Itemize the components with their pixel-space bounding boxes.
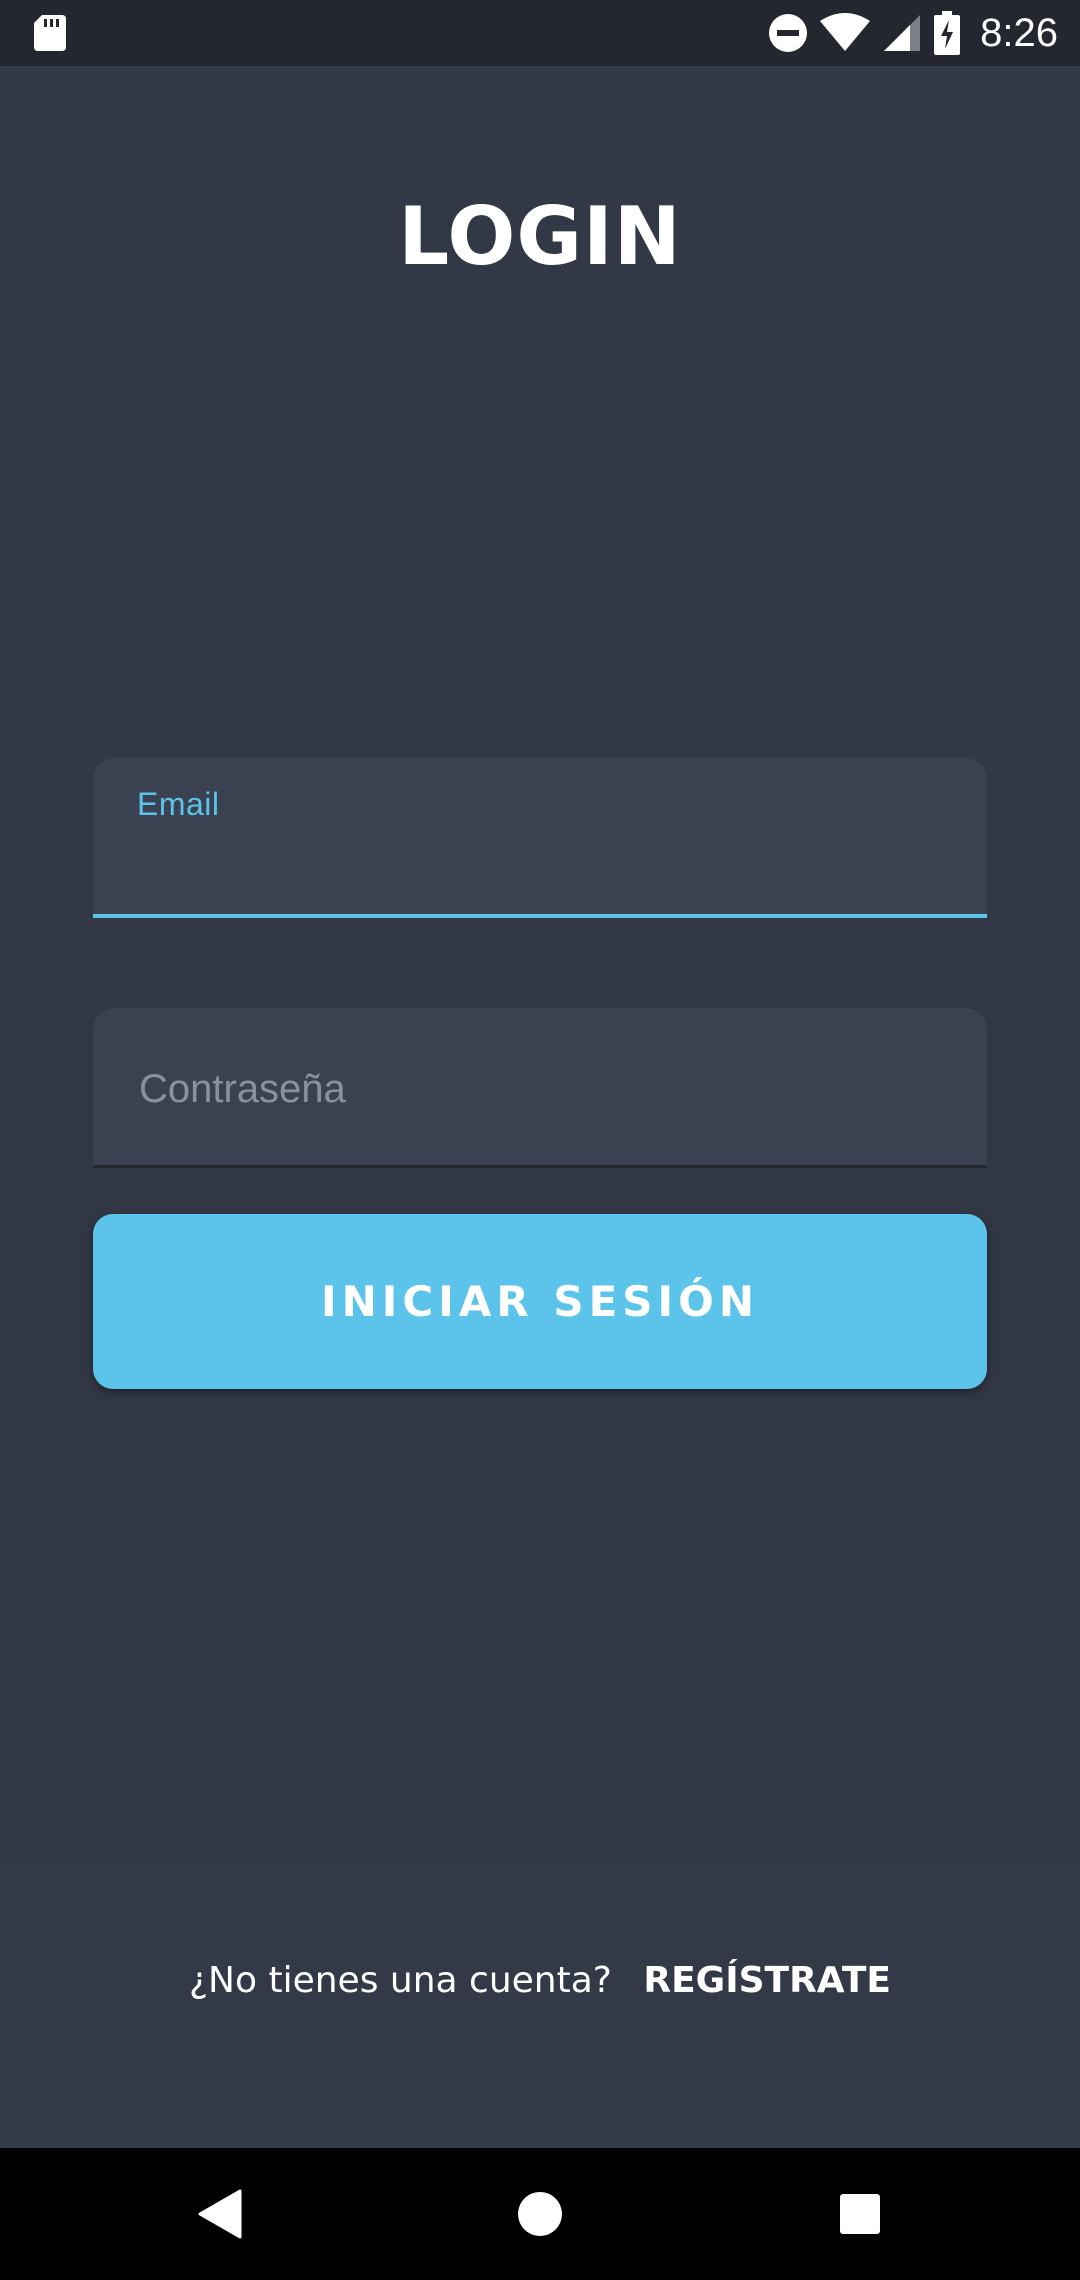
password-input[interactable] <box>137 1058 941 1120</box>
email-input[interactable] <box>137 838 941 896</box>
status-icons: 8:26 <box>768 0 1058 66</box>
navigation-bar <box>0 2148 1080 2280</box>
email-label: Email <box>137 786 220 822</box>
recents-button[interactable] <box>790 2148 930 2280</box>
home-button[interactable] <box>470 2148 610 2280</box>
login-screen: 8:26 LOGIN Email INICIAR SESIÓN ¿No tien… <box>0 0 1080 2280</box>
home-icon <box>518 2192 562 2236</box>
page-title: LOGIN <box>398 190 682 283</box>
register-link[interactable]: REGÍSTRATE <box>643 1960 891 2001</box>
wifi-icon <box>820 13 871 51</box>
password-field[interactable] <box>93 1008 987 1168</box>
cell-signal-icon <box>884 15 921 51</box>
back-icon <box>198 2189 242 2239</box>
email-field[interactable]: Email <box>93 758 987 918</box>
sd-card-icon <box>34 15 66 51</box>
recents-icon <box>840 2194 880 2234</box>
login-button[interactable]: INICIAR SESIÓN <box>93 1214 987 1389</box>
back-button[interactable] <box>150 2148 290 2280</box>
do-not-disturb-icon <box>769 14 808 52</box>
register-prompt: ¿No tienes una cuenta? REGÍSTRATE <box>0 1960 1080 2001</box>
status-bar: 8:26 <box>0 0 1080 66</box>
clock: 8:26 <box>980 10 1058 55</box>
battery-charging-icon <box>934 11 961 55</box>
register-question: ¿No tienes una cuenta? <box>188 1960 612 2001</box>
